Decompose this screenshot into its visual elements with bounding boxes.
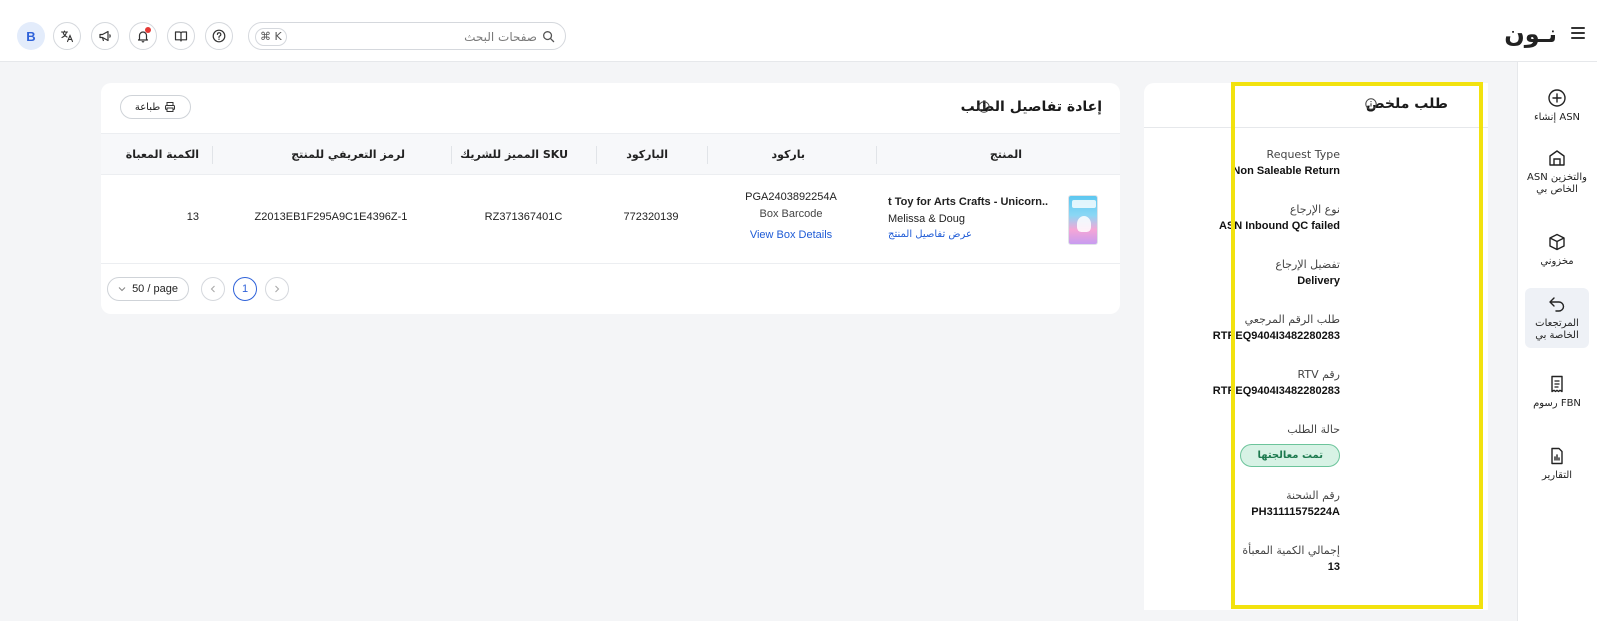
- nav-fbn-fees[interactable]: رسوم FBN: [1525, 368, 1589, 416]
- column-divider: [596, 146, 597, 164]
- help-icon[interactable]: [205, 22, 233, 50]
- column-header-packed-quantity: الكمية المعباة: [125, 148, 199, 161]
- nav-label: المرتجعات الخاصة بي: [1535, 318, 1579, 341]
- summary-header: طلب ملخص: [1144, 83, 1488, 128]
- field-request-type: Request Type Non Saleable Return: [1232, 148, 1340, 177]
- nav-label: التقارير: [1541, 470, 1573, 481]
- product-brand: Melissa & Doug: [888, 213, 966, 225]
- side-navigation: إنشاء ASN ASN والتخزين الخاص بي مخزوني ا…: [1517, 62, 1597, 621]
- search-input[interactable]: [337, 27, 537, 47]
- return-details-card: إعادة تفاصيل الطلب طباعة المنتج باركود ا…: [101, 83, 1120, 314]
- field-rtv-number: رقم RTV RTREQ9404I3482280283: [1213, 368, 1340, 397]
- column-header-product-id: لرمز التعريفي للمنتج: [291, 148, 405, 161]
- table-row: t Toy for Arts Crafts - Unicorn... Melis…: [101, 175, 1120, 264]
- barcode-value: 772320139: [623, 211, 679, 223]
- print-label: طباعة: [134, 101, 161, 113]
- view-product-details-link[interactable]: عرض تفاصيل المنتج: [888, 229, 972, 240]
- search-icon: [543, 31, 555, 43]
- column-divider: [707, 146, 708, 164]
- field-label: طلب الرقم المرجعي: [1244, 313, 1340, 326]
- packed-quantity-value: 13: [186, 211, 199, 223]
- field-value: Delivery: [1297, 275, 1340, 287]
- nav-my-returns[interactable]: المرتجعات الخاصة بي: [1525, 288, 1589, 348]
- report-icon: [1551, 447, 1563, 465]
- megaphone-icon[interactable]: [91, 22, 119, 50]
- nav-create-asn[interactable]: إنشاء ASN: [1525, 82, 1589, 130]
- nav-my-asn-storage[interactable]: ASN والتخزين الخاص بي: [1525, 142, 1589, 202]
- print-button[interactable]: طباعة: [120, 95, 191, 119]
- printer-icon: [165, 102, 176, 112]
- field-return-type: نوع الإرجاع ASN Inbound QC failed: [1219, 203, 1340, 232]
- info-icon[interactable]: [1365, 98, 1377, 110]
- table-header: المنتج باركود الباركود SKU المميز للشريك…: [101, 133, 1120, 175]
- nav-label: رسوم FBN: [1533, 398, 1581, 409]
- chevron-down-icon: [118, 287, 126, 292]
- product-thumbnail[interactable]: [1068, 195, 1098, 245]
- field-label: إجمالي الكمية المعبأة: [1242, 544, 1340, 557]
- field-value: 13: [1327, 561, 1340, 573]
- field-request-status: حالة الطلب تمت معالجتها: [1240, 423, 1340, 467]
- view-box-details-link[interactable]: View Box Details: [721, 229, 861, 241]
- field-return-preference: تفضيل الإرجاع Delivery: [1275, 258, 1340, 287]
- field-value: Non Saleable Return: [1232, 165, 1340, 177]
- column-divider: [451, 146, 452, 164]
- column-header-product: المنتج: [989, 148, 1022, 161]
- book-icon[interactable]: [167, 22, 195, 50]
- noon-logo[interactable]: نـون: [1504, 20, 1557, 48]
- page-number-button[interactable]: 1: [233, 277, 257, 301]
- notification-dot: [145, 27, 151, 33]
- status-badge: تمت معالجتها: [1240, 444, 1340, 467]
- summary-title: طلب ملخص: [1365, 96, 1448, 112]
- field-value: RTREQ9404I3482280283: [1212, 330, 1340, 342]
- chevron-left-icon: [210, 285, 215, 293]
- column-divider: [876, 146, 877, 164]
- top-bar: نـون ⌘ K B: [0, 0, 1597, 62]
- field-label: نوع الإرجاع: [1289, 203, 1340, 216]
- plus-circle-icon: [1548, 89, 1566, 107]
- field-label: رقم الشحنة: [1286, 489, 1340, 502]
- box-icon: [1549, 233, 1565, 251]
- translate-icon[interactable]: [53, 22, 81, 50]
- box-barcode-label: Box Barcode: [759, 208, 823, 220]
- request-summary-panel: طلب ملخص Request Type Non Saleable Retur…: [1144, 83, 1488, 610]
- field-value: RTREQ9404I3482280283: [1212, 385, 1340, 397]
- field-value: ASN Inbound QC failed: [1219, 220, 1340, 232]
- field-label: حالة الطلب: [1287, 423, 1340, 436]
- menu-icon[interactable]: [1571, 27, 1585, 39]
- info-icon[interactable]: [978, 101, 990, 113]
- next-page-button[interactable]: [265, 277, 289, 301]
- page-size-select[interactable]: 50 / page: [107, 277, 189, 301]
- product-name: t Toy for Arts Crafts - Unicorn...: [888, 196, 1048, 208]
- nav-label: ASN والتخزين الخاص بي: [1527, 172, 1587, 195]
- page-size-label: 50 / page: [132, 283, 178, 295]
- field-total-packed-quantity: إجمالي الكمية المعبأة 13: [1242, 544, 1340, 573]
- field-value: PH31111575224A: [1251, 506, 1340, 518]
- user-avatar[interactable]: B: [17, 22, 45, 50]
- field-label: رقم RTV: [1297, 368, 1340, 381]
- column-header-barcode: الباركود: [626, 148, 668, 161]
- previous-page-button[interactable]: [201, 277, 225, 301]
- return-arrow-icon: [1549, 297, 1565, 312]
- nav-my-inventory[interactable]: مخزوني: [1525, 226, 1589, 274]
- field-label: Request Type: [1266, 148, 1340, 161]
- notifications-bell-icon[interactable]: [129, 22, 157, 50]
- nav-label: إنشاء ASN: [1533, 112, 1581, 123]
- partner-sku-value: RZ371367401C: [484, 211, 563, 223]
- column-header-box-barcode: باركود: [771, 148, 805, 161]
- search-box[interactable]: ⌘ K: [248, 22, 566, 50]
- field-label: تفضيل الإرجاع: [1275, 258, 1340, 271]
- nav-reports[interactable]: التقارير: [1525, 440, 1589, 488]
- warehouse-icon: [1549, 150, 1565, 166]
- product-id-value: Z2013EB1F295A9C1E4396Z-1: [254, 211, 408, 223]
- column-header-partner-sku: SKU المميز للشريك: [460, 148, 568, 161]
- box-barcode-value: PGA2403892254A: [745, 191, 837, 203]
- shortcut-hint: ⌘ K: [255, 28, 287, 46]
- pagination: 50 / page 1: [101, 277, 1120, 307]
- field-shipment-number: رقم الشحنة PH31111575224A: [1251, 489, 1340, 518]
- chevron-right-icon: [275, 285, 280, 293]
- nav-label: مخزوني: [1540, 256, 1574, 267]
- field-request-reference: طلب الرقم المرجعي RTREQ9404I3482280283: [1213, 313, 1340, 342]
- column-divider: [212, 146, 213, 164]
- receipt-icon: [1551, 375, 1563, 393]
